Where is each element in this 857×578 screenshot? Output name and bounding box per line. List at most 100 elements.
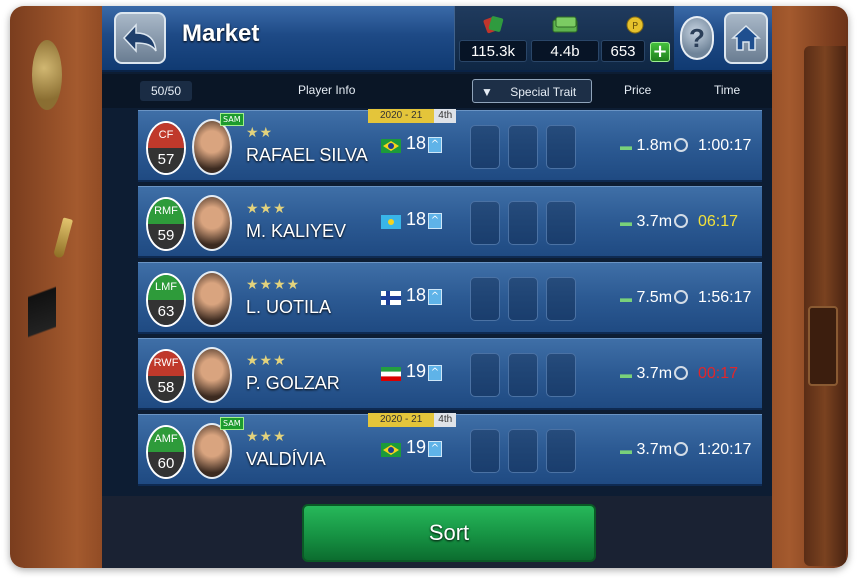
- special-trait-dropdown[interactable]: ▼ Special Trait: [472, 79, 592, 103]
- player-avatar: [192, 195, 232, 251]
- sam-badge: SAM: [220, 113, 244, 126]
- currency-panel: 115.3k 4.4b P 653: [454, 6, 674, 70]
- price-amount: 3.7m: [636, 365, 673, 382]
- star-rating: ★★★: [246, 429, 287, 445]
- game-screen: Market 115.3k 4.4b P 653 + ? 50/50 Playe…: [102, 6, 772, 568]
- player-name: L. UOTILA: [246, 297, 332, 317]
- growth-arrow-icon: ^: [428, 289, 442, 305]
- position-label: LMF: [148, 275, 184, 300]
- player-list[interactable]: CF 57 SAM ★★ RAFAEL SILVA 2020 - 21 4th 1…: [112, 108, 762, 496]
- player-name: P. GOLZAR: [246, 373, 340, 393]
- position-badge: LMF 63: [146, 273, 186, 327]
- player-row[interactable]: LMF 63 ★★★★ L. UOTILA 18 ^ ▬ 7.5m 1:56:1…: [138, 262, 762, 334]
- growth-arrow-icon: ^: [428, 213, 442, 229]
- home-icon: [731, 24, 761, 51]
- player-age: 19: [406, 361, 427, 381]
- coin-decoration: [32, 40, 62, 110]
- player-row[interactable]: RMF 59 ★★★ M. KALIYEV 18 ^ ▬ 3.7m 06:17: [138, 186, 762, 258]
- position-badge: RWF 58: [146, 349, 186, 403]
- cash-icon: ▬: [620, 139, 632, 153]
- position-label: AMF: [148, 427, 184, 452]
- help-button[interactable]: ?: [680, 16, 714, 60]
- players-value: 115.3k: [459, 40, 527, 62]
- trait-slot: [470, 277, 500, 321]
- cash-icon: ▬: [620, 215, 632, 229]
- player-row[interactable]: CF 57 SAM ★★ RAFAEL SILVA 2020 - 21 4th 1…: [138, 109, 762, 182]
- player-rating: 57: [148, 148, 184, 173]
- player-age: 18: [406, 209, 427, 229]
- position-label: CF: [148, 123, 184, 148]
- cash-stat: 4.4b: [531, 14, 599, 66]
- price-amount: 7.5m: [636, 289, 673, 306]
- trait-slot: [546, 353, 576, 397]
- price-amount: 3.7m: [636, 441, 673, 458]
- coin-value: 653: [601, 40, 645, 62]
- players-icon: [459, 14, 527, 36]
- season-year: 2020 - 21: [368, 109, 435, 123]
- growth-arrow-icon: ^: [428, 365, 442, 381]
- list-header: 50/50 Player Info ▼ Special Trait Price …: [102, 74, 772, 108]
- clock-icon: [674, 366, 688, 380]
- player-rating: 60: [148, 452, 184, 477]
- column-time: Time: [714, 83, 741, 97]
- brazil-flag-icon: [381, 443, 401, 457]
- kazakhstan-flag-icon: [381, 215, 401, 229]
- time-remaining: 06:17: [698, 213, 739, 230]
- add-coins-button[interactable]: +: [650, 42, 670, 62]
- star-rating: ★★★: [246, 201, 287, 217]
- price-amount: 1.8m: [636, 137, 673, 154]
- svg-text:P: P: [632, 21, 638, 32]
- finland-flag-icon: [381, 291, 401, 305]
- trait-slot: [470, 429, 500, 473]
- column-price: Price: [624, 83, 652, 97]
- cash-icon: ▬: [620, 367, 632, 381]
- back-button[interactable]: [114, 12, 166, 64]
- player-name: RAFAEL SILVA: [246, 145, 368, 165]
- time-remaining: 00:17: [698, 365, 739, 382]
- trait-slot: [470, 353, 500, 397]
- sort-button[interactable]: Sort: [302, 504, 596, 562]
- player-avatar: [192, 423, 232, 479]
- trait-slot: [508, 429, 538, 473]
- star-rating: ★★★: [246, 353, 287, 369]
- price-amount: 3.7m: [636, 213, 673, 230]
- price-value: ▬ 3.7m: [620, 365, 672, 383]
- season-badge: 2020 - 21 4th: [368, 109, 457, 125]
- cash-value: 4.4b: [531, 40, 599, 62]
- player-age: 19: [406, 437, 427, 457]
- home-button[interactable]: [724, 12, 768, 64]
- top-bar: Market 115.3k 4.4b P 653 + ?: [102, 6, 772, 72]
- position-badge: RMF 59: [146, 197, 186, 251]
- sam-badge: SAM: [220, 417, 244, 430]
- price-value: ▬ 1.8m: [620, 137, 672, 155]
- trait-slot: [508, 277, 538, 321]
- dropdown-arrow-icon: ▼: [481, 85, 493, 99]
- player-row[interactable]: RWF 58 ★★★ P. GOLZAR 19 ^ ▬ 3.7m 00:17: [138, 338, 762, 410]
- position-badge: CF 57: [146, 121, 186, 175]
- player-name: VALDÍVIA: [246, 449, 326, 469]
- trait-slot: [508, 125, 538, 169]
- trait-slot: [508, 201, 538, 245]
- position-label: RMF: [148, 199, 184, 224]
- player-avatar: [192, 347, 232, 403]
- season-badge: 2020 - 21 4th: [368, 413, 457, 429]
- star-rating: ★★★★: [246, 277, 301, 293]
- coin-icon: P: [601, 14, 669, 36]
- player-rating: 59: [148, 224, 184, 249]
- price-value: ▬ 7.5m: [620, 289, 672, 307]
- trait-slot: [470, 125, 500, 169]
- back-arrow-icon: [122, 23, 157, 53]
- trait-slot: [546, 125, 576, 169]
- player-age: 18: [406, 285, 427, 305]
- players-stat: 115.3k: [459, 14, 527, 66]
- time-remaining: 1:56:17: [698, 289, 752, 306]
- price-value: ▬ 3.7m: [620, 213, 672, 231]
- time-remaining: 1:20:17: [698, 441, 752, 458]
- player-avatar: [192, 119, 232, 175]
- player-row[interactable]: AMF 60 SAM ★★★ VALDÍVIA 2020 - 21 4th 19 …: [138, 413, 762, 486]
- trait-slot: [546, 201, 576, 245]
- season-place: 4th: [434, 413, 457, 427]
- trait-slot: [508, 353, 538, 397]
- clock-icon: [674, 442, 688, 456]
- player-count: 50/50: [140, 81, 192, 101]
